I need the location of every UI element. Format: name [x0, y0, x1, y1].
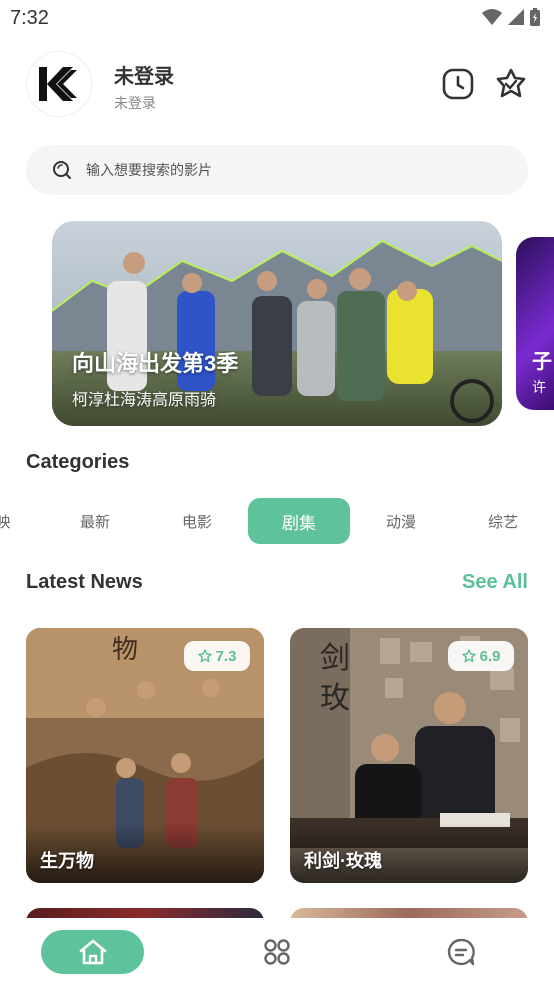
user-name[interactable]: 未登录	[114, 60, 174, 89]
latest-news-title: Latest News	[26, 571, 143, 593]
wifi-icon	[482, 9, 502, 25]
banner-next-title: 子	[532, 351, 552, 373]
card-title: 利剑·玫瑰	[304, 851, 382, 871]
search-input[interactable]: 输入想要搜索的影片	[26, 145, 528, 195]
rating-value: 7.3	[215, 647, 237, 665]
history-button[interactable]	[440, 66, 476, 102]
nav-category-button[interactable]	[257, 932, 297, 972]
battery-icon	[530, 8, 540, 26]
banner-next-subtitle: 许	[532, 379, 546, 395]
category-tab[interactable]: 最新	[44, 498, 146, 544]
user-status: 未登录	[114, 95, 156, 111]
star-icon	[197, 649, 212, 663]
home-icon	[79, 939, 106, 965]
rating-value: 6.9	[479, 647, 501, 665]
movie-card[interactable]: 物 7.3 生万物	[26, 628, 264, 883]
categories-title: Categories	[26, 451, 130, 473]
banner-card[interactable]: 向山海出发第3季 柯淳杜海涛高原雨骑	[52, 221, 502, 426]
message-icon	[447, 938, 475, 966]
search-icon	[53, 161, 71, 179]
signal-icon	[508, 9, 524, 25]
svg-text:剑: 剑	[320, 642, 350, 675]
star-icon	[461, 649, 476, 663]
category-tab-active[interactable]: 剧集	[248, 498, 350, 544]
nav-message-button[interactable]	[441, 932, 481, 972]
banner-subtitle: 柯淳杜海涛高原雨骑	[72, 392, 217, 409]
banner-card-next[interactable]: 子 许	[516, 237, 554, 410]
see-all-link[interactable]: See All	[462, 571, 528, 594]
category-tab[interactable]: 综艺	[452, 498, 554, 544]
svg-text:玫: 玫	[320, 682, 350, 715]
avatar-logo[interactable]	[27, 52, 91, 116]
category-icon	[264, 939, 290, 965]
category-tab[interactable]: 动漫	[350, 498, 452, 544]
k-logo-icon	[39, 67, 77, 101]
rating-badge: 6.9	[448, 641, 514, 671]
svg-text:物: 物	[112, 635, 138, 664]
favorite-icon	[496, 68, 526, 98]
card-title: 生万物	[40, 851, 94, 871]
status-time: 7:32	[10, 7, 49, 29]
favorite-button[interactable]	[493, 66, 529, 102]
nav-home-button[interactable]	[41, 930, 144, 974]
rating-badge: 7.3	[184, 641, 250, 671]
banner-title: 向山海出发第3季	[72, 351, 239, 376]
movie-card[interactable]: 剑 玫 6.9 利剑·玫瑰	[290, 628, 528, 883]
history-icon	[442, 68, 474, 100]
search-placeholder: 输入想要搜索的影片	[86, 162, 212, 178]
status-icons	[482, 8, 540, 26]
category-tab[interactable]: 电影	[146, 498, 248, 544]
